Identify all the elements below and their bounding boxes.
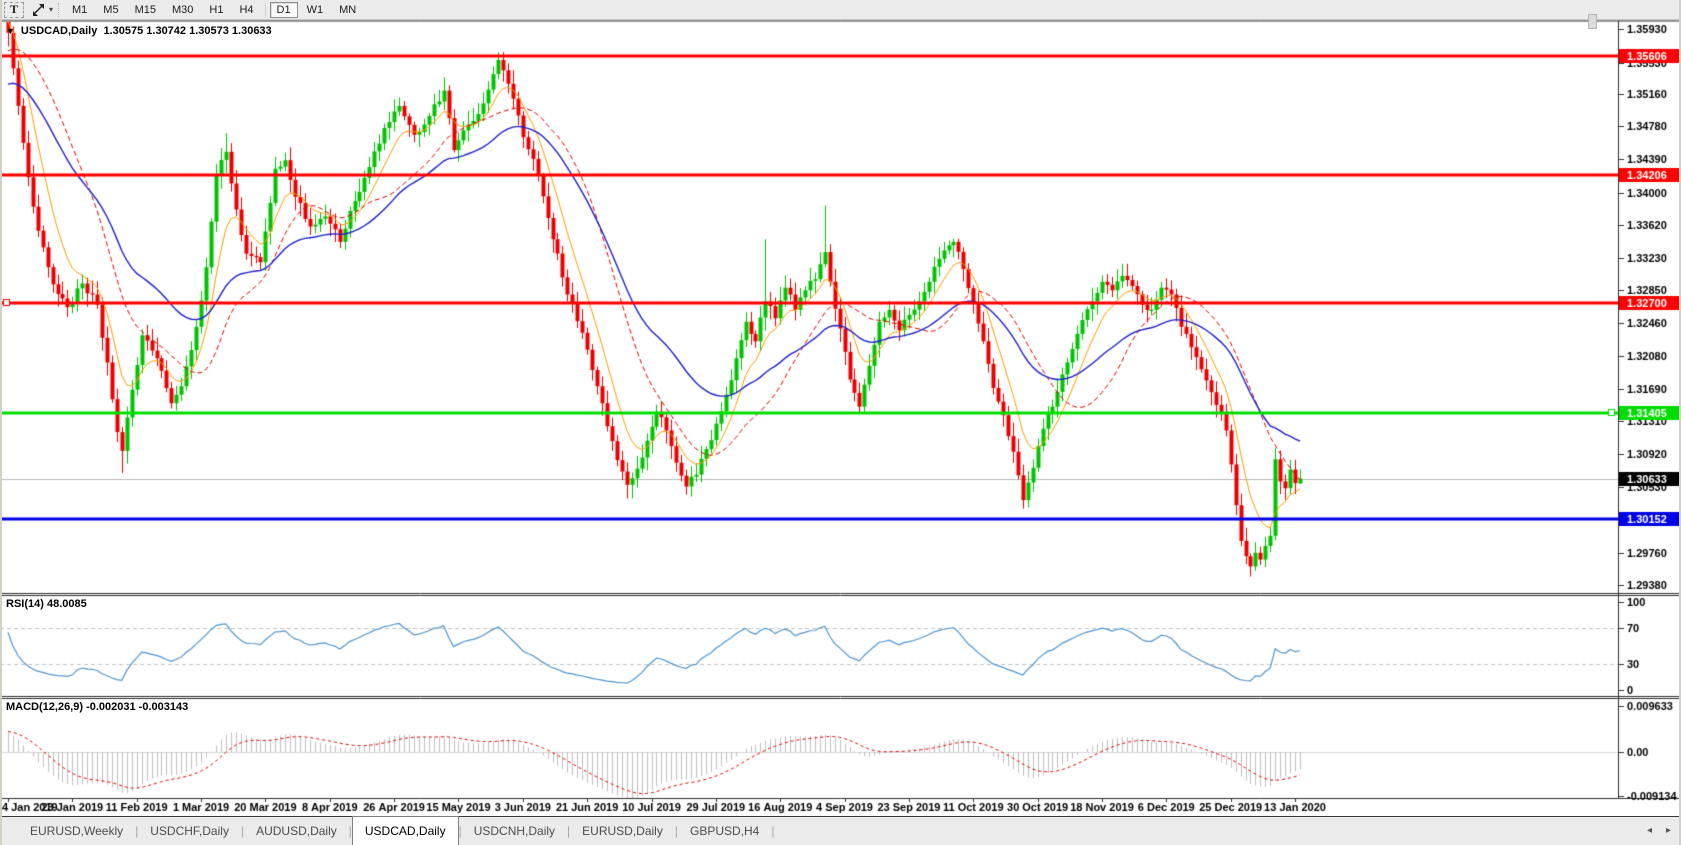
timeframe-button-m30[interactable]: M30	[165, 2, 200, 18]
chevron-down-icon: ▾	[49, 5, 53, 14]
chart-ohlc-values: 1.30575 1.30742 1.30573 1.30633	[103, 25, 271, 37]
arrow-styles-button[interactable]: ▾	[31, 3, 53, 17]
timeframe-button-d1[interactable]: D1	[270, 2, 298, 18]
timeframe-button-w1[interactable]: W1	[300, 2, 331, 18]
text-tool-button[interactable]: T	[4, 2, 24, 18]
tab-scroll-left-icon[interactable]: ◂	[1647, 825, 1652, 836]
tab-usdchf-daily[interactable]: USDCHF,Daily	[138, 817, 241, 845]
timeframe-button-mn[interactable]: MN	[332, 2, 363, 18]
tab-eurusd-daily[interactable]: EURUSD,Daily	[570, 817, 675, 845]
price-chart-canvas[interactable]	[0, 20, 1681, 816]
arrow-styles-icon	[31, 3, 46, 17]
tab-usdcad-daily[interactable]: USDCAD,Daily	[352, 816, 459, 845]
chart-symbol-period: USDCAD,Daily	[21, 25, 97, 37]
timeframe-button-m1[interactable]: M1	[65, 2, 94, 18]
tab-usdcnh-daily[interactable]: USDCNH,Daily	[462, 817, 567, 845]
tab-scroll-right-icon[interactable]: ▸	[1666, 825, 1671, 836]
chart-window: ▼ USDCAD,Daily 1.30575 1.30742 1.30573 1.…	[0, 20, 1681, 816]
tab-separator: |	[771, 824, 774, 838]
window-left-edge	[0, 0, 2, 845]
timeframe-button-h1[interactable]: H1	[202, 2, 230, 18]
tab-gbpusd-h4[interactable]: GBPUSD,H4	[678, 817, 771, 845]
chart-dropdown-icon[interactable]: ▼	[6, 26, 15, 36]
toolbar-separator	[265, 3, 266, 17]
tab-eurusd-weekly[interactable]: EURUSD,Weekly	[18, 817, 135, 845]
timeframe-button-h4[interactable]: H4	[232, 2, 260, 18]
chart-title: ▼ USDCAD,Daily 1.30575 1.30742 1.30573 1.…	[6, 25, 272, 37]
timeframe-button-m5[interactable]: M5	[96, 2, 125, 18]
timeframe-toolbar: M1M5M15M30H1H4 D1W1MN	[64, 2, 364, 18]
timeframe-button-m15[interactable]: M15	[128, 2, 163, 18]
tab-nav-arrows: ◂ ▸	[1647, 825, 1671, 836]
chart-tab-bar: EURUSD,Weekly|USDCHF,Daily|AUDUSD,Daily|…	[0, 816, 1681, 845]
toolbar: T ▾ M1M5M15M30H1H4 D1W1MN	[0, 0, 1681, 20]
chart-scroll-widget[interactable]	[1588, 14, 1597, 29]
macd-indicator-label: MACD(12,26,9) -0.002031 -0.003143	[6, 701, 188, 713]
toolbar-separator	[58, 3, 59, 17]
rsi-indicator-label: RSI(14) 48.0085	[6, 598, 87, 610]
tab-audusd-daily[interactable]: AUDUSD,Daily	[244, 817, 349, 845]
